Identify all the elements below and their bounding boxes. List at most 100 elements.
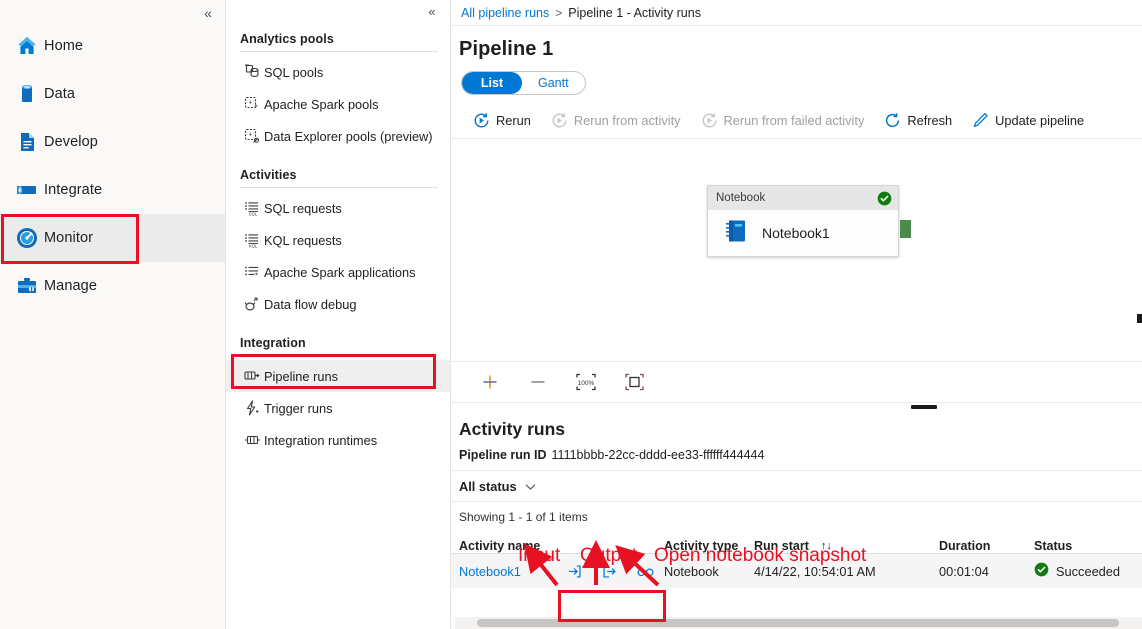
- rerun-button[interactable]: Rerun: [463, 106, 541, 136]
- open-notebook-snapshot-icon[interactable]: [637, 565, 654, 578]
- sidebar-item-apache-spark-applications[interactable]: * Apache Spark applications: [226, 256, 450, 288]
- rerun-from-failed-activity-button: Rerun from failed activity: [691, 106, 875, 136]
- trigger-runs-icon: [240, 400, 264, 416]
- sidebar-item-integration-runtimes[interactable]: Integration runtimes: [226, 424, 450, 456]
- sidebar-item-integrate[interactable]: Integrate: [0, 166, 225, 214]
- sidebar-item-manage[interactable]: Manage: [0, 262, 225, 310]
- collapse-secondary-nav-button[interactable]: «: [422, 2, 442, 22]
- column-header-run-start-label: Run start: [754, 539, 809, 553]
- collapse-primary-nav-button[interactable]: «: [197, 2, 219, 24]
- sidebar-item-sql-requests[interactable]: SQL SQL requests: [226, 192, 450, 224]
- sidebar-item-label: SQL requests: [264, 201, 342, 216]
- status-filter-dropdown[interactable]: All status: [459, 479, 536, 494]
- activity-runs-section: Activity runs Pipeline run ID 1111bbbb-22…: [451, 413, 1142, 588]
- spark-app-icon: *: [240, 264, 264, 280]
- update-pipeline-button[interactable]: Update pipeline: [962, 106, 1094, 136]
- svg-text:SQL: SQL: [249, 211, 258, 216]
- tab-gantt[interactable]: Gantt: [522, 72, 585, 94]
- sidebar-item-label: Integrate: [44, 182, 102, 198]
- integration-runtime-icon: [240, 432, 264, 448]
- sidebar-item-label: SQL pools: [264, 65, 323, 80]
- sidebar-item-label: Data: [44, 86, 75, 102]
- zoom-reset-icon[interactable]: 100%: [571, 369, 601, 395]
- horizontal-scrollbar[interactable]: [455, 617, 1142, 629]
- sidebar-item-apache-spark-pools[interactable]: +* Apache Spark pools: [226, 88, 450, 120]
- cell-row-actions: [559, 564, 664, 579]
- command-label: Rerun from failed activity: [724, 113, 865, 128]
- fit-to-screen-icon[interactable]: [619, 369, 649, 395]
- notebook-icon: [722, 217, 750, 250]
- cell-status: Succeeded: [1034, 562, 1142, 580]
- sidebar-item-trigger-runs[interactable]: Trigger runs: [226, 392, 450, 424]
- status-badge-icon: [1034, 562, 1049, 580]
- panel-splitter[interactable]: [451, 403, 1142, 413]
- pipeline-run-id-value: 1111bbbb-22cc-dddd-ee33-ffffff444444: [552, 448, 765, 462]
- panel-resize-grip[interactable]: [1137, 314, 1142, 323]
- cell-activity-name[interactable]: Notebook1: [459, 564, 559, 579]
- divider: [240, 355, 438, 356]
- sidebar-item-label: Integration runtimes: [264, 433, 377, 448]
- zoom-in-icon[interactable]: [475, 369, 505, 395]
- svg-text:+: +: [248, 100, 252, 107]
- svg-text:*: *: [254, 104, 257, 113]
- column-header-activity-type[interactable]: Activity type: [664, 539, 754, 553]
- page-title: Pipeline 1: [451, 26, 1142, 61]
- activity-runs-title: Activity runs: [451, 413, 1142, 440]
- sort-updown-icon[interactable]: ↑↓: [821, 540, 832, 552]
- scrollbar-thumb[interactable]: [477, 619, 1119, 627]
- document-icon: [10, 130, 44, 154]
- input-icon[interactable]: [567, 564, 582, 579]
- command-label: Rerun from activity: [574, 113, 681, 128]
- zoom-out-icon[interactable]: [523, 369, 553, 395]
- sidebar-item-home[interactable]: Home: [0, 22, 225, 70]
- data-flow-debug-icon: [240, 296, 264, 312]
- sidebar-item-data-explorer-pools[interactable]: + Data Explorer pools (preview): [226, 120, 450, 152]
- column-header-run-start[interactable]: Run start ↑↓: [754, 539, 939, 553]
- pipeline-run-id-label: Pipeline run ID: [459, 448, 547, 462]
- sidebar-item-label: Apache Spark pools: [264, 97, 379, 112]
- column-header-duration[interactable]: Duration: [939, 539, 1034, 553]
- breadcrumb-link-all-pipeline-runs[interactable]: All pipeline runs: [461, 6, 549, 20]
- table-row[interactable]: Notebook1 Notebook 4/14/22, 10:54:0: [451, 554, 1142, 588]
- command-bar: Rerun Rerun from activity Rerun from fai…: [451, 103, 1142, 139]
- activity-node-notebook1[interactable]: Notebook Notebook1: [707, 185, 899, 257]
- sidebar-item-kql-requests[interactable]: KQL KQL requests: [226, 224, 450, 256]
- refresh-icon: [884, 112, 901, 129]
- showing-count: Showing 1 - 1 of 1 items: [451, 502, 1142, 524]
- filter-bar: All status: [451, 470, 1142, 502]
- chevron-down-icon: [525, 479, 536, 494]
- refresh-button[interactable]: Refresh: [874, 106, 962, 136]
- column-header-activity-name[interactable]: Activity name: [459, 539, 559, 553]
- column-header-status[interactable]: Status: [1034, 539, 1142, 553]
- pencil-icon: [972, 112, 989, 129]
- group-title: Integration: [226, 336, 450, 355]
- sidebar-item-monitor[interactable]: Monitor: [0, 214, 225, 262]
- status-badge: Succeeded: [1056, 564, 1120, 579]
- sidebar-item-develop[interactable]: Develop: [0, 118, 225, 166]
- node-output-connector[interactable]: [900, 220, 911, 238]
- sql-pool-icon: [240, 64, 264, 80]
- view-toggle-wrapper: List Gantt: [451, 61, 1142, 95]
- sidebar-item-data[interactable]: Data: [0, 70, 225, 118]
- output-icon[interactable]: [602, 564, 617, 579]
- rerun-from-failed-activity-icon: [701, 112, 718, 129]
- tab-list[interactable]: List: [462, 72, 522, 94]
- data-explorer-pool-icon: +: [240, 128, 264, 144]
- sidebar-item-sql-pools[interactable]: SQL pools: [226, 56, 450, 88]
- sidebar-item-label: Data Explorer pools (preview): [264, 129, 433, 144]
- sidebar-item-data-flow-debug[interactable]: Data flow debug: [226, 288, 450, 320]
- spark-pool-icon: +*: [240, 96, 264, 112]
- splitter-handle[interactable]: [911, 405, 937, 409]
- activity-node-type-label: Notebook: [716, 192, 765, 204]
- svg-text:100%: 100%: [578, 380, 595, 387]
- group-title: Activities: [226, 168, 450, 187]
- sidebar-item-pipeline-runs[interactable]: Pipeline runs: [226, 360, 450, 392]
- breadcrumb: All pipeline runs > Pipeline 1 - Activit…: [451, 0, 1142, 26]
- sidebar-item-label: Trigger runs: [264, 401, 333, 416]
- monitor-categories-panel: « Analytics pools SQL pools +* Apache Sp…: [226, 0, 451, 629]
- database-icon: [10, 82, 44, 106]
- rerun-from-activity-icon: [551, 112, 568, 129]
- main-content: All pipeline runs > Pipeline 1 - Activit…: [451, 0, 1142, 629]
- pipeline-canvas[interactable]: Notebook Notebook1: [451, 139, 1142, 361]
- synapse-monitor-page: « Home Data Develop: [0, 0, 1142, 629]
